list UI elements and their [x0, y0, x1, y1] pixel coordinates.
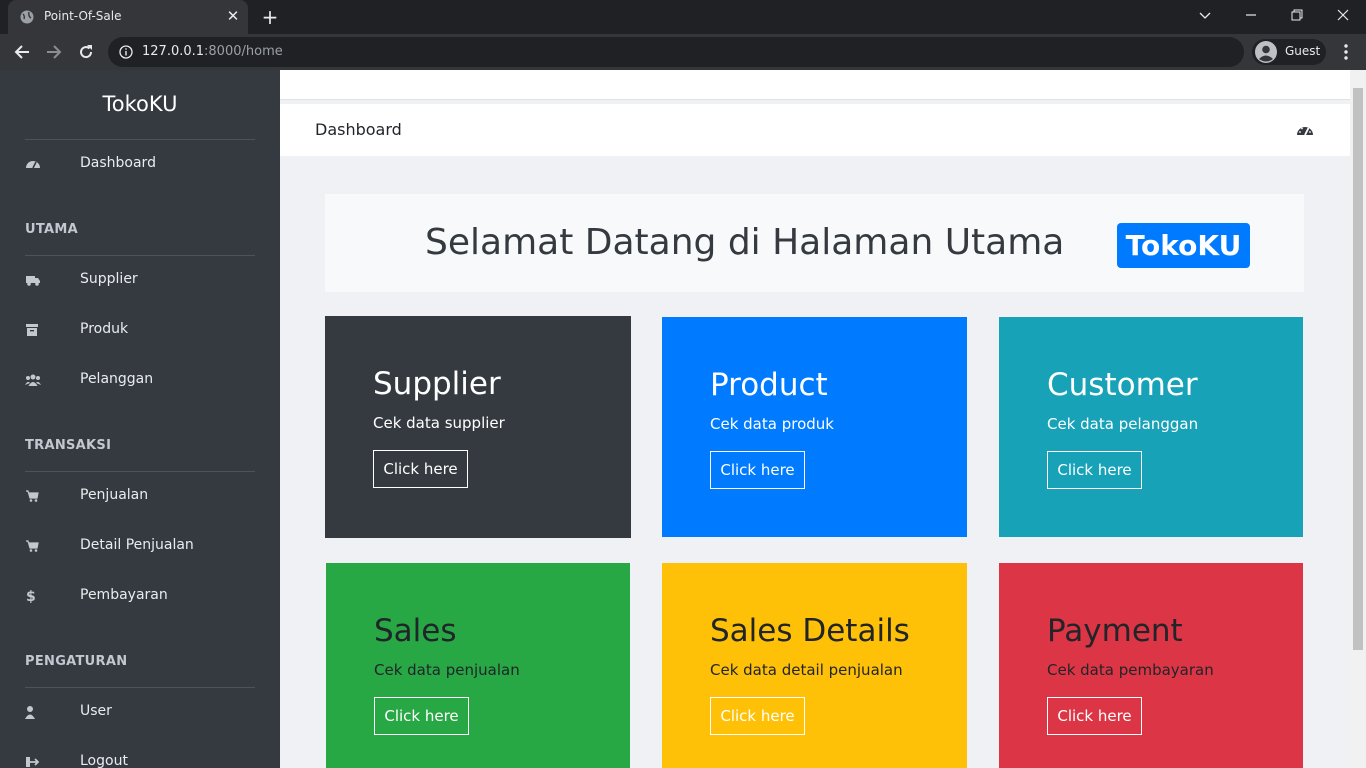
card-sales-details: Sales Details Cek data detail penjualan …: [662, 563, 967, 768]
welcome-jumbotron: Selamat Datang di Halaman Utama TokoKU: [325, 194, 1304, 292]
url-text: 127.0.0.1:8000/home: [142, 44, 283, 59]
browser-titlebar: Point-Of-Sale ✕ +: [0, 0, 1366, 34]
sidebar-item-pembayaran[interactable]: $ Pembayaran: [0, 576, 280, 616]
cart-icon: [26, 540, 39, 552]
card-title: Product: [710, 367, 828, 403]
card-title: Supplier: [373, 366, 501, 402]
sidebar-item-penjualan[interactable]: Penjualan: [0, 476, 280, 516]
sidebar-item-user[interactable]: User: [0, 692, 280, 732]
sidebar-item-supplier[interactable]: Supplier: [0, 260, 280, 300]
scrollbar-thumb[interactable]: [1353, 88, 1363, 650]
card-sales: Sales Cek data penjualan Click here: [326, 563, 630, 768]
supplier-click-button[interactable]: Click here: [373, 450, 468, 488]
browser-menu-icon[interactable]: [1334, 40, 1358, 64]
sidebar-item-label: Dashboard: [80, 155, 156, 171]
address-bar[interactable]: 127.0.0.1:8000/home: [108, 37, 1244, 67]
sidebar-item-dashboard[interactable]: Dashboard: [0, 144, 280, 184]
welcome-heading: Selamat Datang di Halaman Utama: [425, 222, 1065, 263]
sales-details-click-button[interactable]: Click here: [710, 697, 805, 735]
card-supplier: Supplier Cek data supplier Click here: [325, 316, 631, 538]
top-navbar: [280, 70, 1350, 100]
card-text: Cek data penjualan: [374, 661, 520, 679]
cart-icon: [26, 490, 39, 502]
sidebar-item-pelanggan[interactable]: Pelanggan: [0, 360, 280, 400]
section-title-pengaturan: PENGATURAN: [25, 654, 128, 669]
sidebar-divider: [25, 687, 255, 688]
tachometer-icon: [26, 161, 40, 169]
content-header: Dashboard: [280, 104, 1350, 156]
brand-badge: TokoKU: [1117, 223, 1250, 268]
tab-title: Point-Of-Sale: [44, 9, 122, 23]
card-product: Product Cek data produk Click here: [662, 317, 967, 537]
customer-click-button[interactable]: Click here: [1047, 451, 1142, 489]
close-window-icon[interactable]: [1320, 0, 1366, 30]
brand-logo-text[interactable]: TokoKU: [0, 92, 280, 116]
tachometer-icon: [1297, 127, 1313, 136]
payment-click-button[interactable]: Click here: [1047, 697, 1142, 735]
users-icon: [25, 374, 41, 386]
sidebar-item-label: Detail Penjualan: [80, 537, 194, 553]
sidebar-item-produk[interactable]: Produk: [0, 310, 280, 350]
sidebar-item-detail-penjualan[interactable]: Detail Penjualan: [0, 526, 280, 566]
minimize-icon[interactable]: [1228, 0, 1274, 30]
card-title: Payment: [1047, 613, 1183, 649]
browser-tab[interactable]: Point-Of-Sale ✕: [8, 0, 248, 34]
tab-close-icon[interactable]: ✕: [224, 7, 242, 25]
card-text: Cek data detail penjualan: [710, 661, 903, 679]
profile-name: Guest: [1285, 44, 1321, 58]
sidebar-item-label: Logout: [80, 753, 128, 768]
sidebar-divider: [25, 255, 255, 256]
forward-arrow-icon[interactable]: [42, 40, 66, 64]
page-scrollbar[interactable]: [1350, 70, 1366, 768]
card-title: Sales Details: [710, 613, 910, 649]
card-text: Cek data pembayaran: [1047, 661, 1214, 679]
sidebar-item-label: User: [80, 703, 112, 719]
sidebar: TokoKU Dashboard UTAMA Supplier Produk P…: [0, 70, 280, 768]
avatar-icon: [1255, 41, 1277, 63]
info-icon[interactable]: [119, 45, 133, 59]
card-text: Cek data pelanggan: [1047, 415, 1199, 433]
section-title-utama: UTAMA: [25, 222, 78, 237]
sales-click-button[interactable]: Click here: [374, 697, 469, 735]
card-customer: Customer Cek data pelanggan Click here: [999, 317, 1303, 537]
main-content: Dashboard Selamat Datang di Halaman Utam…: [280, 70, 1350, 768]
profile-button[interactable]: Guest: [1252, 39, 1326, 65]
card-title: Customer: [1047, 367, 1198, 403]
card-text: Cek data produk: [710, 415, 834, 433]
sidebar-divider: [25, 471, 255, 472]
sidebar-item-label: Pembayaran: [80, 587, 168, 603]
new-tab-icon[interactable]: +: [258, 5, 282, 29]
sidebar-item-logout[interactable]: Logout: [0, 742, 280, 768]
globe-icon: [20, 10, 34, 24]
dollar-icon: $: [26, 589, 36, 603]
card-payment: Payment Cek data pembayaran Click here: [999, 563, 1303, 768]
sidebar-item-label: Penjualan: [80, 487, 149, 503]
svg-text:$: $: [26, 589, 36, 603]
user-icon: [25, 706, 35, 719]
restore-icon[interactable]: [1274, 0, 1320, 30]
page-title: Dashboard: [315, 120, 402, 139]
sidebar-divider: [25, 139, 255, 140]
sidebar-item-label: Produk: [80, 321, 129, 337]
truck-icon: [26, 276, 40, 286]
section-title-transaksi: TRANSAKSI: [25, 438, 112, 453]
archive-icon: [26, 324, 38, 336]
browser-toolbar: 127.0.0.1:8000/home Guest: [0, 34, 1366, 70]
card-text: Cek data supplier: [373, 414, 505, 432]
reload-icon[interactable]: [74, 40, 98, 64]
sidebar-item-label: Pelanggan: [80, 371, 154, 387]
back-arrow-icon[interactable]: [10, 40, 34, 64]
card-title: Sales: [374, 613, 457, 649]
tab-search-icon[interactable]: [1182, 0, 1228, 30]
sidebar-item-label: Supplier: [80, 271, 138, 287]
logout-icon: [26, 757, 40, 767]
product-click-button[interactable]: Click here: [710, 451, 805, 489]
